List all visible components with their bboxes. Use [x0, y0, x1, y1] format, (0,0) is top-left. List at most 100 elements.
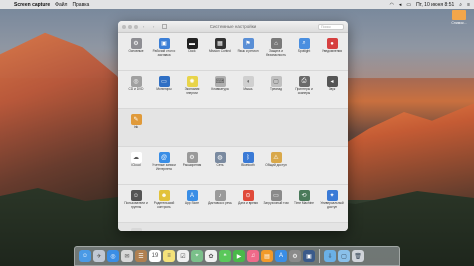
- pref-item[interactable]: ⚙ Основные: [124, 36, 148, 66]
- finder-icon[interactable]: ☺: [79, 250, 91, 262]
- desktop-folder-icon[interactable]: [452, 10, 466, 20]
- general-icon: ⚙: [130, 38, 142, 49]
- pref-item[interactable]: ▦ Mission Control: [208, 36, 232, 66]
- calendar-icon[interactable]: 19: [149, 250, 161, 262]
- photos-icon[interactable]: ✿: [205, 250, 217, 262]
- menu-edit[interactable]: Правка: [72, 2, 89, 8]
- preferences-section: ◂VoiceOver: [118, 223, 348, 231]
- pref-item[interactable]: ᛒ Bluetooth: [236, 150, 260, 180]
- pref-item[interactable]: ● Уведомления: [320, 36, 344, 66]
- sysprefs-icon[interactable]: ⚙: [289, 250, 301, 262]
- pref-label: iCloud: [131, 163, 141, 167]
- pref-label: Уведомления: [322, 49, 342, 53]
- preferences-section: ✎ Ink: [118, 109, 348, 147]
- pref-item[interactable]: ◂VoiceOver: [124, 226, 148, 231]
- pref-item[interactable]: A App Store: [180, 188, 204, 218]
- pref-item[interactable]: ✦ Универсальный доступ: [320, 188, 344, 218]
- back-button[interactable]: ‹: [143, 24, 148, 29]
- itunes-icon[interactable]: ♫: [247, 250, 259, 262]
- wallpaper-mountain-right: [334, 103, 474, 200]
- notes-icon[interactable]: ≡: [163, 250, 175, 262]
- facetime-icon[interactable]: ▶: [233, 250, 245, 262]
- pref-label: Общий доступ: [265, 163, 287, 167]
- pref-item[interactable]: ☻ Родительский контроль: [152, 188, 176, 218]
- appstore-dock-icon[interactable]: A: [275, 250, 287, 262]
- zoom-button[interactable]: [134, 24, 138, 29]
- mail-icon[interactable]: ✉: [121, 250, 133, 262]
- search-icon[interactable]: ⌕: [459, 2, 462, 8]
- pref-item[interactable]: @ Учетные записи Интернета: [152, 150, 176, 180]
- downloads-icon[interactable]: ⇩: [324, 250, 336, 262]
- pref-item[interactable]: ⚙ Расширения: [180, 150, 204, 180]
- menu-clock[interactable]: Пт, 10 июня 8:51: [416, 2, 454, 8]
- pref-item[interactable]: ⌂ Защита и безопасность: [264, 36, 288, 66]
- pref-label: Dock: [188, 49, 196, 53]
- pref-label: Клавиатура: [211, 87, 229, 91]
- pref-item[interactable]: ⚑ Язык и регион: [236, 36, 260, 66]
- desktop-icon: ▣: [158, 38, 170, 49]
- list-icon[interactable]: ≡: [467, 2, 470, 8]
- messages-icon[interactable]: ❝: [219, 250, 231, 262]
- maps-icon[interactable]: ⌖: [191, 250, 203, 262]
- preferences-row: ☺ Пользователи и группы ☻ Родительский конт…: [124, 188, 344, 220]
- folder-icon[interactable]: ▢: [338, 250, 350, 262]
- pref-label: Звук: [328, 87, 336, 91]
- battery-icon[interactable]: ▭: [406, 2, 411, 8]
- volume-icon[interactable]: ◂: [399, 2, 402, 8]
- wifi-icon[interactable]: ◠: [389, 2, 393, 8]
- pref-item[interactable]: ◂ Звук: [320, 74, 344, 104]
- close-button[interactable]: [122, 24, 126, 29]
- pref-item[interactable]: ▭ Загрузочный том: [263, 188, 289, 218]
- language-icon: ⚑: [242, 38, 254, 49]
- trackpad-icon: ▢: [270, 76, 282, 87]
- mission-control-icon: ▦: [214, 38, 226, 49]
- app-menu[interactable]: Screen capture: [14, 2, 50, 8]
- dock: ☺ ✈ ◎ ✉ ☰ 19 ≡ ☑ ⌖ ✿ ❝ ▶ ♫ ▤ A ⚙ ▣ ⇩ ▢ 🗑: [74, 246, 400, 266]
- pref-item[interactable]: ▢ Трекпад: [264, 74, 288, 104]
- minimize-button[interactable]: [128, 24, 132, 29]
- menu-file[interactable]: Файл: [55, 2, 67, 8]
- pref-item[interactable]: ✺ Экономия энергии: [180, 74, 204, 104]
- voiceover-icon: ◂: [130, 228, 142, 231]
- pref-item[interactable]: ⟲ Time Machine: [292, 188, 316, 218]
- ibooks-icon[interactable]: ▤: [261, 250, 273, 262]
- pref-item[interactable]: ☁ iCloud: [124, 150, 148, 180]
- pref-item[interactable]: ⊙ Дата и время: [236, 188, 260, 218]
- show-all-icon[interactable]: [162, 24, 167, 29]
- contacts-icon[interactable]: ☰: [135, 250, 147, 262]
- notifications-icon: ●: [326, 38, 338, 49]
- pref-item[interactable]: ▬ Dock: [180, 36, 204, 66]
- pref-item[interactable]: ◎ CD и DVD: [124, 74, 148, 104]
- screen-capture-icon[interactable]: ▣: [303, 250, 315, 262]
- pref-item[interactable]: ▣ Рабочий стол и заставка: [152, 36, 176, 66]
- pref-label: Расширения: [182, 163, 202, 167]
- pref-item[interactable]: ♪ Диктовка и речь: [208, 188, 232, 218]
- pref-label: Защита и безопасность: [265, 49, 287, 57]
- pref-item[interactable]: ◖ Мышь: [236, 74, 260, 104]
- safari-icon[interactable]: ◎: [107, 250, 119, 262]
- pref-item[interactable]: ⌕ Spotlight: [292, 36, 316, 66]
- window-titlebar[interactable]: ‹ › Системные настройки Поиск: [118, 21, 348, 33]
- pref-item[interactable]: ▭ Мониторы: [152, 74, 176, 104]
- spotlight-icon: ⌕: [298, 38, 310, 49]
- reminders-icon[interactable]: ☑: [177, 250, 189, 262]
- pref-item[interactable]: ⌨ Клавиатура: [208, 74, 232, 104]
- search-input[interactable]: Поиск: [318, 24, 344, 30]
- icloud-icon: ☁: [130, 152, 142, 163]
- status-area: ◠ ◂ ▭ Пт, 10 июня 8:51 ⌕ ≡: [389, 2, 470, 8]
- pref-item[interactable]: ☺ Пользователи и группы: [124, 188, 148, 218]
- forward-button[interactable]: ›: [153, 24, 158, 29]
- pref-item[interactable]: ✎ Ink: [124, 112, 148, 142]
- time-machine-icon: ⟲: [298, 190, 310, 201]
- preferences-row: ✎ Ink: [124, 112, 342, 144]
- pref-label: Язык и регион: [237, 49, 259, 53]
- pref-item[interactable]: ⎙ Принтеры и сканеры: [292, 74, 316, 104]
- pref-label: Рабочий стол и заставка: [152, 49, 176, 57]
- pref-item[interactable]: ⚠ Общий доступ: [264, 150, 288, 180]
- preferences-section: ☁ iCloud @ Учетные записи Интернета ⚙ Расшире…: [118, 147, 348, 185]
- internet-accounts-icon: @: [158, 152, 170, 163]
- launchpad-icon[interactable]: ✈: [93, 250, 105, 262]
- trash-icon[interactable]: 🗑: [352, 250, 364, 262]
- pref-label: Мышь: [243, 87, 253, 91]
- pref-item[interactable]: ◍ Сеть: [208, 150, 232, 180]
